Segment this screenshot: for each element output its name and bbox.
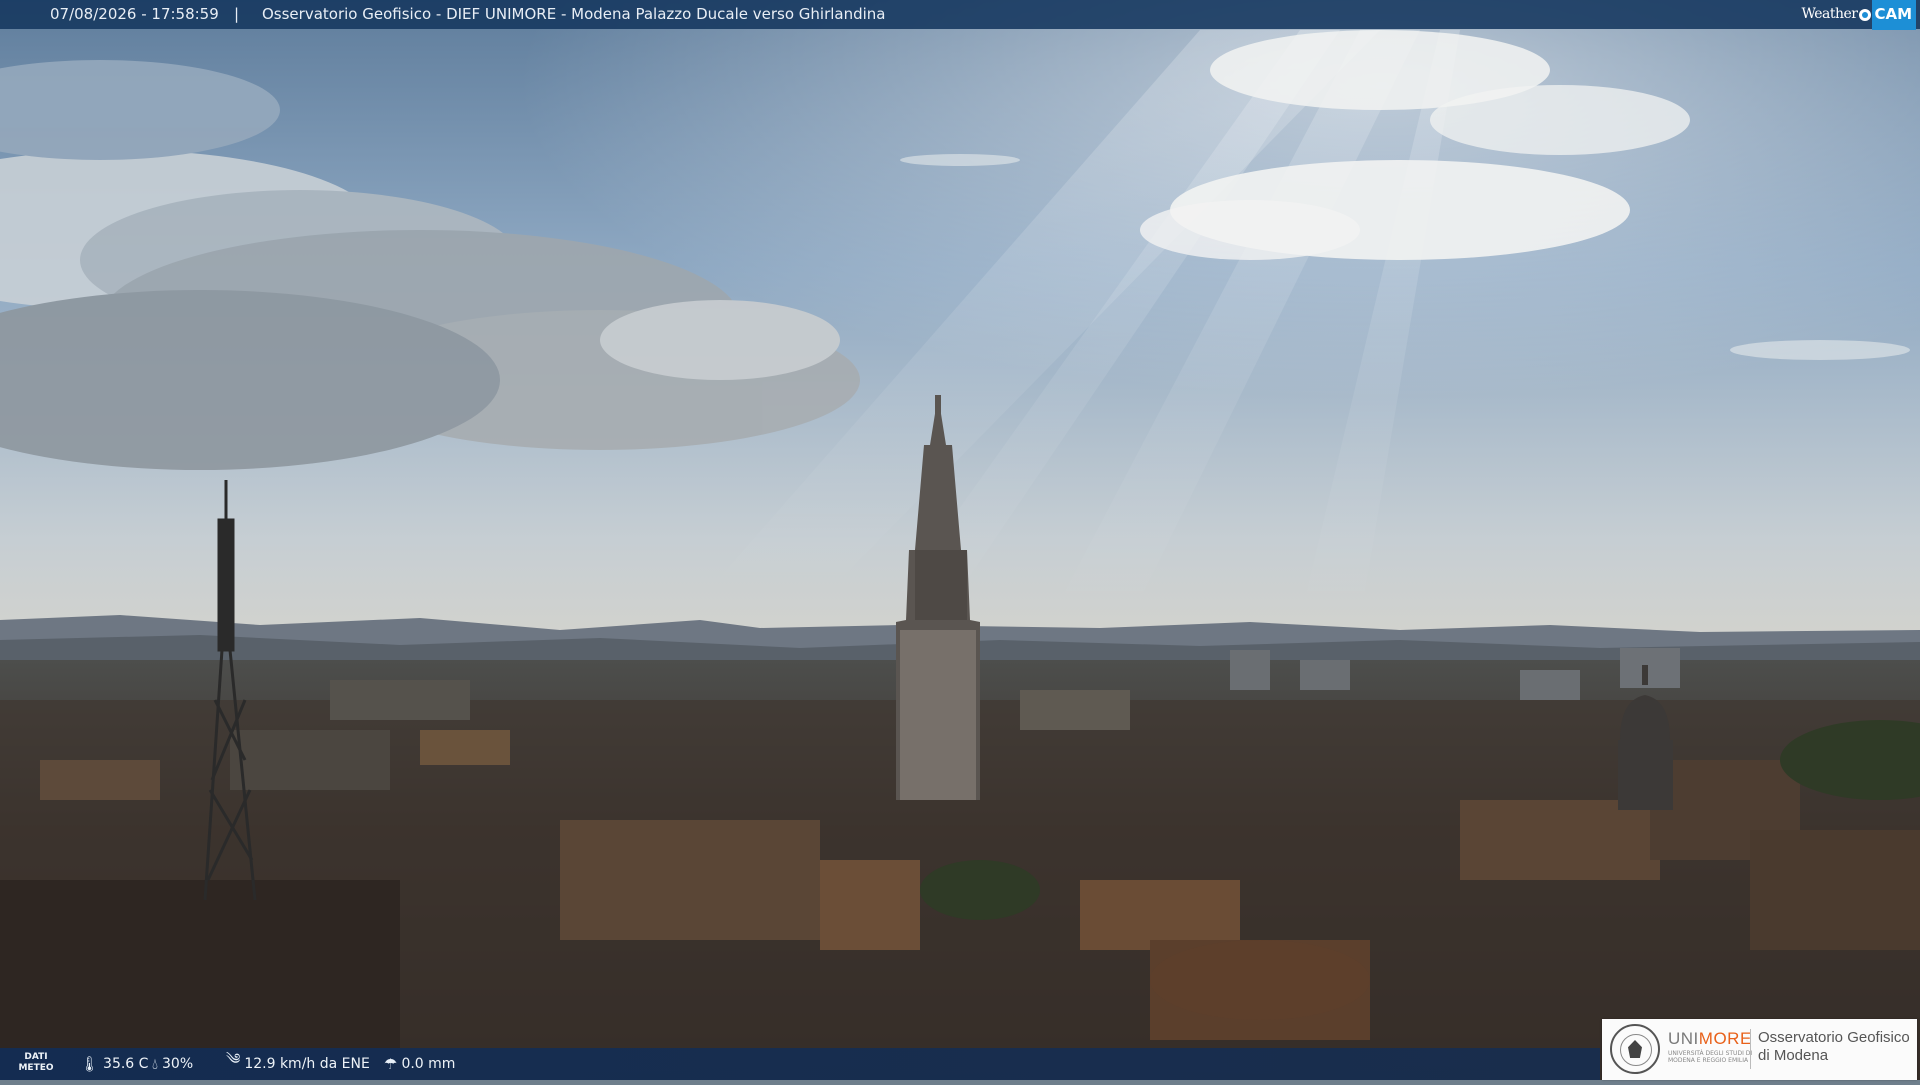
rain-gauge-icon: ☂︎ [384,1055,398,1073]
wind-value: 12.9 km/h da ENE [244,1056,370,1072]
unimore-logo[interactable]: UNIMORE UNIVERSITÀ DEGLI STUDI DI MODENA… [1602,1019,1917,1080]
temperature-readout: 🌡︎ 35.6 C [80,1048,148,1080]
university-seal-icon [1610,1024,1660,1074]
weather-data-bar: DATI METEO 🌡︎ 35.6 C 💧︎ 30% ༄ 12.9 km/h … [0,1048,1600,1080]
humidity-value: 30% [162,1056,194,1072]
camera-lens-icon [1859,8,1872,21]
observatory-line1: Osservatorio Geofisico [1758,1029,1910,1046]
unimore-prefix: UNI [1668,1029,1699,1048]
camera-title: Osservatorio Geofisico - DIEF UNIMORE - … [262,5,886,23]
thermometer-icon: 🌡︎ [80,1055,100,1073]
brand-cam-text: CAM [1872,0,1916,30]
header-bar: 07/08/2026 - 17:58:59 | Osservatorio Geo… [0,0,1920,30]
humidity-readout: 💧︎ 30% [152,1048,193,1080]
observatory-line2: di Modena [1758,1047,1829,1064]
weathercam-logo[interactable]: Weather CAM [1801,0,1916,30]
wind-icon: ༄ [226,1050,241,1068]
brand-weather-text: Weather [1801,6,1858,22]
humidity-drop-icon: 💧︎ [152,1055,159,1073]
weather-label-line1: DATI [24,1052,48,1062]
unimore-wordmark: UNIMORE [1668,1029,1752,1049]
logo-divider [1750,1029,1751,1069]
timestamp: 07/08/2026 - 17:58:59 [50,5,219,23]
wind-readout: ༄ 12.9 km/h da ENE [226,1048,370,1080]
temperature-value: 35.6 C [103,1056,149,1072]
weather-label-line2: METEO [18,1063,54,1073]
observatory-name: Osservatorio Geofisico di Modena [1758,1029,1918,1065]
header-separator: | [234,5,240,23]
webcam-image [0,0,1920,1080]
rain-value: 0.0 mm [401,1056,456,1072]
unimore-suffix: MORE [1698,1029,1752,1048]
unimore-subtitle: UNIVERSITÀ DEGLI STUDI DI MODENA E REGGI… [1668,1050,1753,1064]
rain-readout: ☂︎ 0.0 mm [384,1048,455,1080]
weather-data-label: DATI METEO [16,1052,56,1074]
